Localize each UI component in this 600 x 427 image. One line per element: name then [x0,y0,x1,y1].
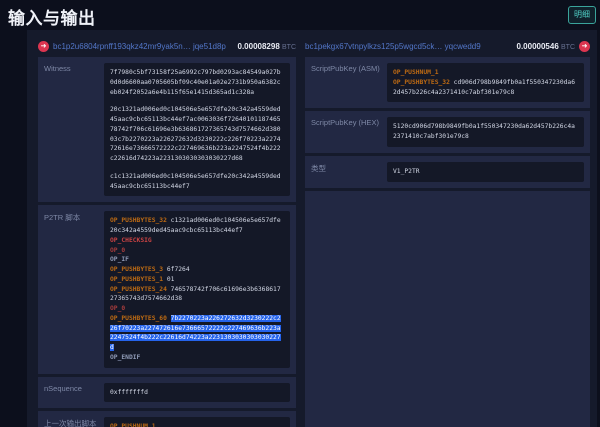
type-label: 类型 [311,162,387,182]
opcode-op_0: OP_0 [110,305,125,312]
detail-row-type: 类型 V1_P2TR [305,156,590,191]
witness-value[interactable]: 7f7980c5bf73158f25a6992c797bd0293ac84549… [104,63,290,196]
script-line: OP_PUSHBYTES_1 01 [110,275,284,285]
detail-row-prev-script: 上一次输出脚本 OP_PUSHNUM_1OP_PUSHBYTES_32 5734… [38,411,296,427]
script-line: OP_PUSHBYTES_3 6f7264 [110,265,284,275]
hex-data: 6f7264 [167,266,190,273]
output-details-panel: ScriptPubKey (ASM) OP_PUSHNUM_1 OP_PUSHBY… [305,57,590,427]
prev-script-label: 上一次输出脚本 [44,417,104,427]
script-line: OP_ENDIF [110,353,284,363]
script-line: OP_0 [110,304,284,314]
witness-item: c1c1321ad006ed0c104506e5e657dfe20c342a45… [110,172,284,192]
script-line: OP_0 [110,246,284,256]
detail-row-nsequence: nSequence 0xfffffffd [38,377,296,412]
opcode-op_pushbytes_24: OP_PUSHBYTES_24 [110,286,167,293]
opcode-op_pushbytes_3: OP_PUSHBYTES_3 [110,266,163,273]
opcode-op_pushnum_1: OP_PUSHNUM_1 [393,69,439,76]
topbar: 输入与输出 明细 [0,0,600,30]
scriptpubkey-asm-value[interactable]: OP_PUSHNUM_1 OP_PUSHBYTES_32 cd906d798b98… [387,63,584,102]
io-section: ➜ bc1p2u6804rpnff193qkz42mr9yak5n… jqe51… [27,30,597,427]
input-details-panel: Witness 7f7980c5bf73158f25a6992c797bd029… [38,57,296,427]
p2tr-script-value[interactable]: OP_PUSHBYTES_32 c1321ad006ed0c104506e5e6… [104,211,290,367]
p2tr-script-label: P2TR 脚本 [44,211,104,367]
opcode-op_pushbytes_60: OP_PUSHBYTES_60 [110,315,167,322]
opcode-op_0: OP_0 [110,247,125,254]
input-amount-unit: BTC [282,44,296,51]
output-arrow-icon: ➜ [579,41,590,52]
opcode-op_pushbytes_32: OP_PUSHBYTES_32 [393,79,450,86]
detail-row-scriptpubkey-asm: ScriptPubKey (ASM) OP_PUSHNUM_1 OP_PUSHBY… [305,57,590,111]
detail-row-scriptpubkey-hex: ScriptPubKey (HEX) 5120cd906d798b9849fb0… [305,111,590,156]
script-line: OP_CHECKSIG [110,236,284,246]
witness-item: 20c1321ad006ed0c104506e5e657dfe20c342a45… [110,105,284,164]
script-line: OP_PUSHBYTES_24 746578742f706c61696e3b63… [110,285,284,305]
input-arrow-icon: ➜ [38,41,49,52]
witness-item: 7f7980c5bf73158f25a6992c797bd0293ac84549… [110,68,284,97]
script-line: OP_PUSHBYTES_32 c1321ad006ed0c104506e5e6… [110,216,284,236]
script-line: OP_PUSHNUM_1 [393,68,578,78]
nsequence-label: nSequence [44,383,104,403]
scriptpubkey-hex-value[interactable]: 5120cd906d798b9849fb0a1f550347230da62d45… [387,117,584,147]
page-title: 输入与输出 [8,4,96,29]
details-button[interactable]: 明细 [568,6,596,24]
output-amount: 0.00000546 BTC [517,42,576,51]
input-column: ➜ bc1p2u6804rpnff193qkz42mr9yak5n… jqe51… [38,30,296,427]
opcode-op_checksig: OP_CHECKSIG [110,237,152,244]
prev-script-value[interactable]: OP_PUSHNUM_1OP_PUSHBYTES_32 573477d6619a… [104,417,290,427]
detail-row-p2tr-script: P2TR 脚本 OP_PUSHBYTES_32 c1321ad006ed0c10… [38,205,296,376]
detail-row-witness: Witness 7f7980c5bf73158f25a6992c797bd029… [38,57,296,205]
witness-label: Witness [44,63,104,196]
output-amount-unit: BTC [561,44,575,51]
output-address-row: bc1pekgx67vtnpylkzs125p5wgcd5ck… yqcwedd… [305,38,590,54]
output-address-link[interactable]: bc1pekgx67vtnpylkzs125p5wgcd5ck… yqcwedd… [305,42,481,51]
script-line: OP_PUSHBYTES_32 cd906d798b9849fb0a1f5503… [393,78,578,98]
type-value[interactable]: V1_P2TR [387,162,584,182]
nsequence-value[interactable]: 0xfffffffd [104,383,290,403]
opcode-op_pushbytes_32: OP_PUSHBYTES_32 [110,217,167,224]
script-line: OP_PUSHBYTES_60 7b2270223a226272632d3230… [110,314,284,353]
output-column: bc1pekgx67vtnpylkzs125p5wgcd5ck… yqcwedd… [305,30,590,427]
scriptpubkey-hex-label: ScriptPubKey (HEX) [311,117,387,147]
scriptpubkey-asm-label: ScriptPubKey (ASM) [311,63,387,102]
input-amount: 0.00008298 BTC [238,42,297,51]
opcode-op_pushnum_1: OP_PUSHNUM_1 [110,423,156,427]
opcode-op_endif: OP_ENDIF [110,354,140,361]
output-amount-value: 0.00000546 [517,42,559,51]
script-line: OP_IF [110,255,284,265]
input-address-row: ➜ bc1p2u6804rpnff193qkz42mr9yak5n… jqe51… [38,38,296,54]
script-line: OP_PUSHNUM_1 [110,422,284,427]
opcode-op_pushbytes_1: OP_PUSHBYTES_1 [110,276,163,283]
opcode-op_if: OP_IF [110,256,129,263]
input-amount-value: 0.00008298 [238,42,280,51]
hex-data: 01 [167,276,175,283]
input-address-link[interactable]: bc1p2u6804rpnff193qkz42mr9yak5n… jqe51d8… [53,42,226,51]
